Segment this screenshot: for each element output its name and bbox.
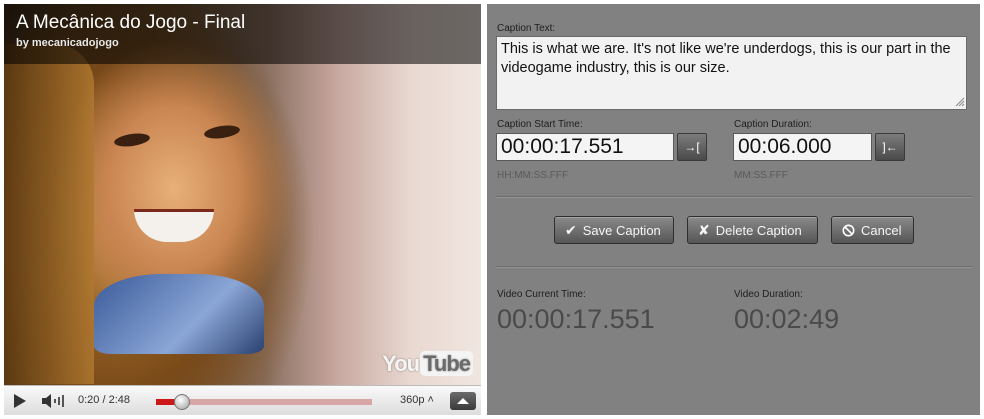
set-duration-button[interactable]: ]← (875, 133, 905, 161)
video-scene-eye-left (113, 131, 151, 149)
start-time-format-hint: HH:MM:SS.FFF (497, 170, 569, 181)
divider (496, 266, 973, 268)
video-scene-scarf (94, 274, 264, 354)
delete-caption-label: Delete Caption (715, 222, 802, 238)
seek-thumb[interactable] (173, 394, 190, 410)
video-duration-value: 00:02:49 (734, 304, 840, 334)
delete-caption-button[interactable]: ✘ Delete Caption (687, 216, 818, 244)
timecode: 0:20 / 2:48 (78, 394, 130, 406)
seek-bar[interactable] (156, 394, 372, 410)
video-scene-smile (134, 209, 214, 242)
current-time-label: Video Current Time: (497, 289, 586, 300)
video-scene-hair (4, 44, 94, 384)
divider (496, 196, 973, 198)
set-start-time-button[interactable]: →[ (677, 133, 707, 161)
x-icon: ✘ (698, 221, 710, 238)
video-scene-eye-right (203, 123, 241, 141)
volume-button[interactable] (40, 392, 68, 410)
cancel-label: Cancel (861, 222, 902, 238)
cancel-button[interactable]: Cancel (831, 216, 914, 244)
youtube-logo[interactable]: You Tube (382, 351, 473, 377)
play-icon (14, 394, 26, 408)
checkmark-icon: ✔ (565, 221, 577, 238)
start-time-label: Caption Start Time: (497, 119, 583, 130)
caption-text-input[interactable] (496, 36, 967, 110)
expand-icon (457, 398, 469, 404)
video-author[interactable]: by mecanicadojogo (16, 37, 119, 49)
quality-selector[interactable]: 360p ˄ (400, 394, 434, 406)
video-player[interactable]: A Mecânica do Jogo - Final by mecanicado… (4, 4, 481, 415)
duration-input[interactable] (733, 133, 872, 161)
play-button[interactable] (10, 392, 30, 410)
current-time-value: 00:00:17.551 (497, 304, 655, 334)
duration-label: Caption Duration: (734, 119, 812, 130)
video-title-bar: A Mecânica do Jogo - Final by mecanicado… (4, 4, 481, 64)
caption-editor-panel: Caption Text: Caption Start Time: →[ HH:… (487, 4, 980, 415)
no-entry-icon (842, 224, 855, 236)
save-caption-label: Save Caption (582, 222, 661, 238)
start-time-input[interactable] (496, 133, 674, 161)
speaker-icon (42, 394, 64, 408)
player-controls: 0:20 / 2:48 360p ˄ (4, 385, 481, 415)
fullscreen-button[interactable] (450, 392, 476, 410)
save-caption-button[interactable]: ✔ Save Caption (554, 216, 674, 244)
video-duration-label: Video Duration: (734, 289, 803, 300)
youtube-logo-you: You (382, 351, 420, 376)
video-title[interactable]: A Mecânica do Jogo - Final (16, 12, 245, 34)
duration-format-hint: MM:SS.FFF (734, 170, 788, 181)
resize-grip-icon[interactable] (955, 97, 965, 107)
youtube-logo-tube: Tube (420, 351, 473, 376)
caption-text-label: Caption Text: (497, 23, 556, 34)
